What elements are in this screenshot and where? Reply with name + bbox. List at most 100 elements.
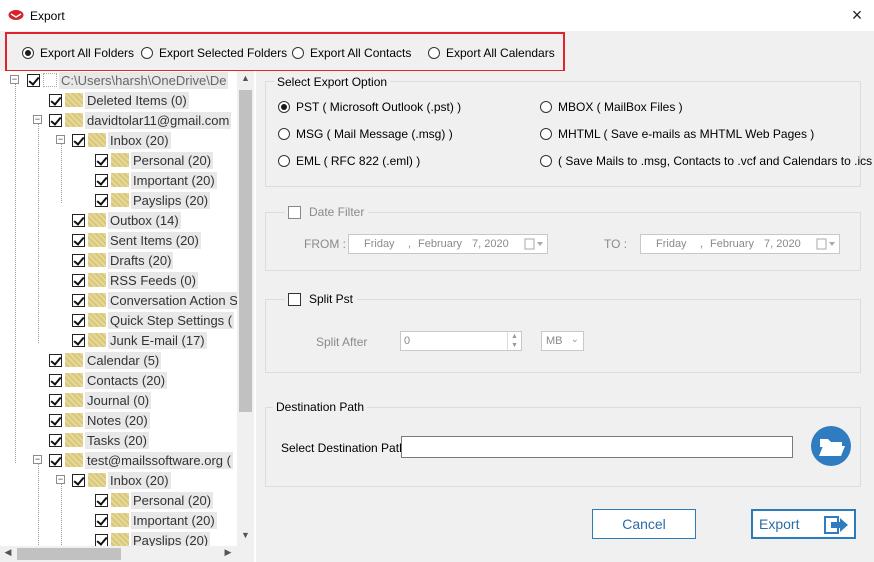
checkbox-checked-icon[interactable] [49,393,62,407]
checkbox-checked-icon[interactable] [72,333,85,347]
cancel-button[interactable]: Cancel [592,509,696,539]
tree-item-label: Important (20) [131,511,217,529]
tree-item[interactable]: Notes (20) [49,410,150,430]
destination-path-input[interactable] [401,436,793,458]
export-all-contacts-label: Export All Contacts [310,46,412,60]
checkbox-checked-icon[interactable] [49,413,62,427]
mhtml-radio[interactable]: MHTML ( Save e-mails as MHTML Web Pages … [540,127,814,141]
tree-item[interactable]: Important (20) [95,510,217,530]
tree-item-label: Sent Items (20) [108,231,201,249]
export-button-label: Export [759,516,800,532]
tree-item[interactable]: Deleted Items (0) [49,90,189,110]
checkbox-checked-icon[interactable] [95,173,108,187]
checkbox-checked-icon[interactable] [95,493,108,507]
export-all-folders-label: Export All Folders [40,46,135,60]
scroll-down-icon[interactable]: ▼ [237,530,254,544]
scroll-right-icon[interactable]: ▶ [222,547,234,561]
collapse-toggle[interactable]: − [56,475,65,484]
checkbox-checked-icon[interactable] [49,353,62,367]
checkbox-checked-icon[interactable] [72,233,85,247]
tree-item[interactable]: test@mailssoftware.org ( [49,450,233,470]
checkbox-checked-icon[interactable] [72,273,85,287]
checkbox-checked-icon[interactable] [95,153,108,167]
chevron-down-icon: ⌄ [570,334,579,345]
checkbox-checked-icon[interactable] [72,133,85,147]
collapse-toggle[interactable]: − [33,115,42,124]
export-selected-folders-radio[interactable]: Export Selected Folders [141,46,287,60]
checkbox-checked-icon[interactable] [72,293,85,307]
date-filter-checkbox[interactable]: Date Filter [285,205,369,219]
checkbox-checked-icon[interactable] [49,93,62,107]
split-size-stepper[interactable]: 0 ▲ ▼ [400,331,522,351]
mbox-radio[interactable]: MBOX ( MailBox Files ) [540,100,683,114]
collapse-toggle[interactable]: − [10,75,19,84]
checkbox-checked-icon[interactable] [49,453,62,467]
checkbox-checked-icon[interactable] [49,113,62,127]
split-unit-select[interactable]: MB ⌄ [541,331,584,351]
tree-item[interactable]: Quick Step Settings ( [72,310,235,330]
horizontal-scroll-thumb[interactable] [17,548,121,560]
tree-item[interactable]: Inbox (20) [72,130,171,150]
folder-icon [111,153,129,167]
tree-item[interactable]: Junk E-mail (17) [72,330,207,350]
tree-item[interactable]: Personal (20) [95,150,214,170]
tree-item[interactable]: Journal (0) [49,390,152,410]
split-pst-checkbox[interactable]: Split Pst [285,292,358,306]
radio-icon [428,47,440,59]
scroll-left-icon[interactable]: ◀ [2,547,14,561]
collapse-toggle[interactable]: − [33,455,42,464]
checkbox-checked-icon[interactable] [72,213,85,227]
close-button[interactable]: × [845,3,869,27]
tree-item[interactable]: Contacts (20) [49,370,168,390]
tree-item[interactable]: davidtolar11@gmail.com [49,110,232,130]
checkbox-checked-icon[interactable] [27,73,40,87]
tree-item[interactable]: Conversation Action S [72,290,240,310]
radio-icon [540,101,552,113]
checkbox-checked-icon[interactable] [95,513,108,527]
pst-label: PST ( Microsoft Outlook (.pst) ) [296,100,462,114]
checkbox-checked-icon[interactable] [72,253,85,267]
tree-item[interactable]: Tasks (20) [49,430,149,450]
export-all-contacts-radio[interactable]: Export All Contacts [292,46,411,60]
tree-item[interactable]: Personal (20) [95,490,214,510]
msg-radio[interactable]: MSG ( Mail Message (.msg) ) [278,127,453,141]
calendar-dropdown-icon[interactable] [815,237,837,251]
checkbox-checked-icon[interactable] [72,473,85,487]
tree-root[interactable]: C:\Users\harsh\OneDrive\De [27,71,229,90]
eml-radio[interactable]: EML ( RFC 822 (.eml) ) [278,154,420,168]
checkbox-checked-icon[interactable] [72,313,85,327]
tree-item[interactable]: Payslips (20) [95,190,211,210]
checkbox-checked-icon[interactable] [49,433,62,447]
stepper-arrows-icon[interactable]: ▲ ▼ [507,332,521,350]
checkbox-checked-icon[interactable] [95,533,108,547]
scroll-up-icon[interactable]: ▲ [237,73,254,87]
folder-icon [65,93,83,107]
vertical-scroll-thumb[interactable] [239,90,252,412]
tree-item-label: Conversation Action S [108,291,240,309]
export-all-calendars-radio[interactable]: Export All Calendars [428,46,555,60]
tree-item[interactable]: Outbox (14) [72,210,181,230]
from-date-picker[interactable]: Friday , February 7, 2020 [348,234,548,254]
tree-item[interactable]: Calendar (5) [49,350,162,370]
folder-icon [88,333,106,347]
to-date-picker[interactable]: Friday , February 7, 2020 [640,234,840,254]
tree-item-label: Drafts (20) [108,251,174,269]
open-folder-icon[interactable] [810,425,852,467]
export-all-folders-radio[interactable]: Export All Folders [22,46,134,60]
from-date: 7, 2020 [472,238,509,250]
pst-radio[interactable]: PST ( Microsoft Outlook (.pst) ) [278,100,461,114]
checkbox-checked-icon[interactable] [49,373,62,387]
tree-item[interactable]: RSS Feeds (0) [72,270,198,290]
calendar-dropdown-icon[interactable] [523,237,545,251]
export-button[interactable]: Export [751,509,856,539]
collapse-toggle[interactable]: − [56,135,65,144]
tree-item[interactable]: Drafts (20) [72,250,174,270]
tree-item[interactable]: Sent Items (20) [72,230,201,250]
folder-icon [88,273,106,287]
mixed-format-radio[interactable]: ( Save Mails to .msg, Contacts to .vcf a… [540,154,874,168]
checkbox-checked-icon[interactable] [95,193,108,207]
folder-icon [88,133,106,147]
folder-icon [65,413,83,427]
tree-item[interactable]: Important (20) [95,170,217,190]
tree-item[interactable]: Inbox (20) [72,470,171,490]
